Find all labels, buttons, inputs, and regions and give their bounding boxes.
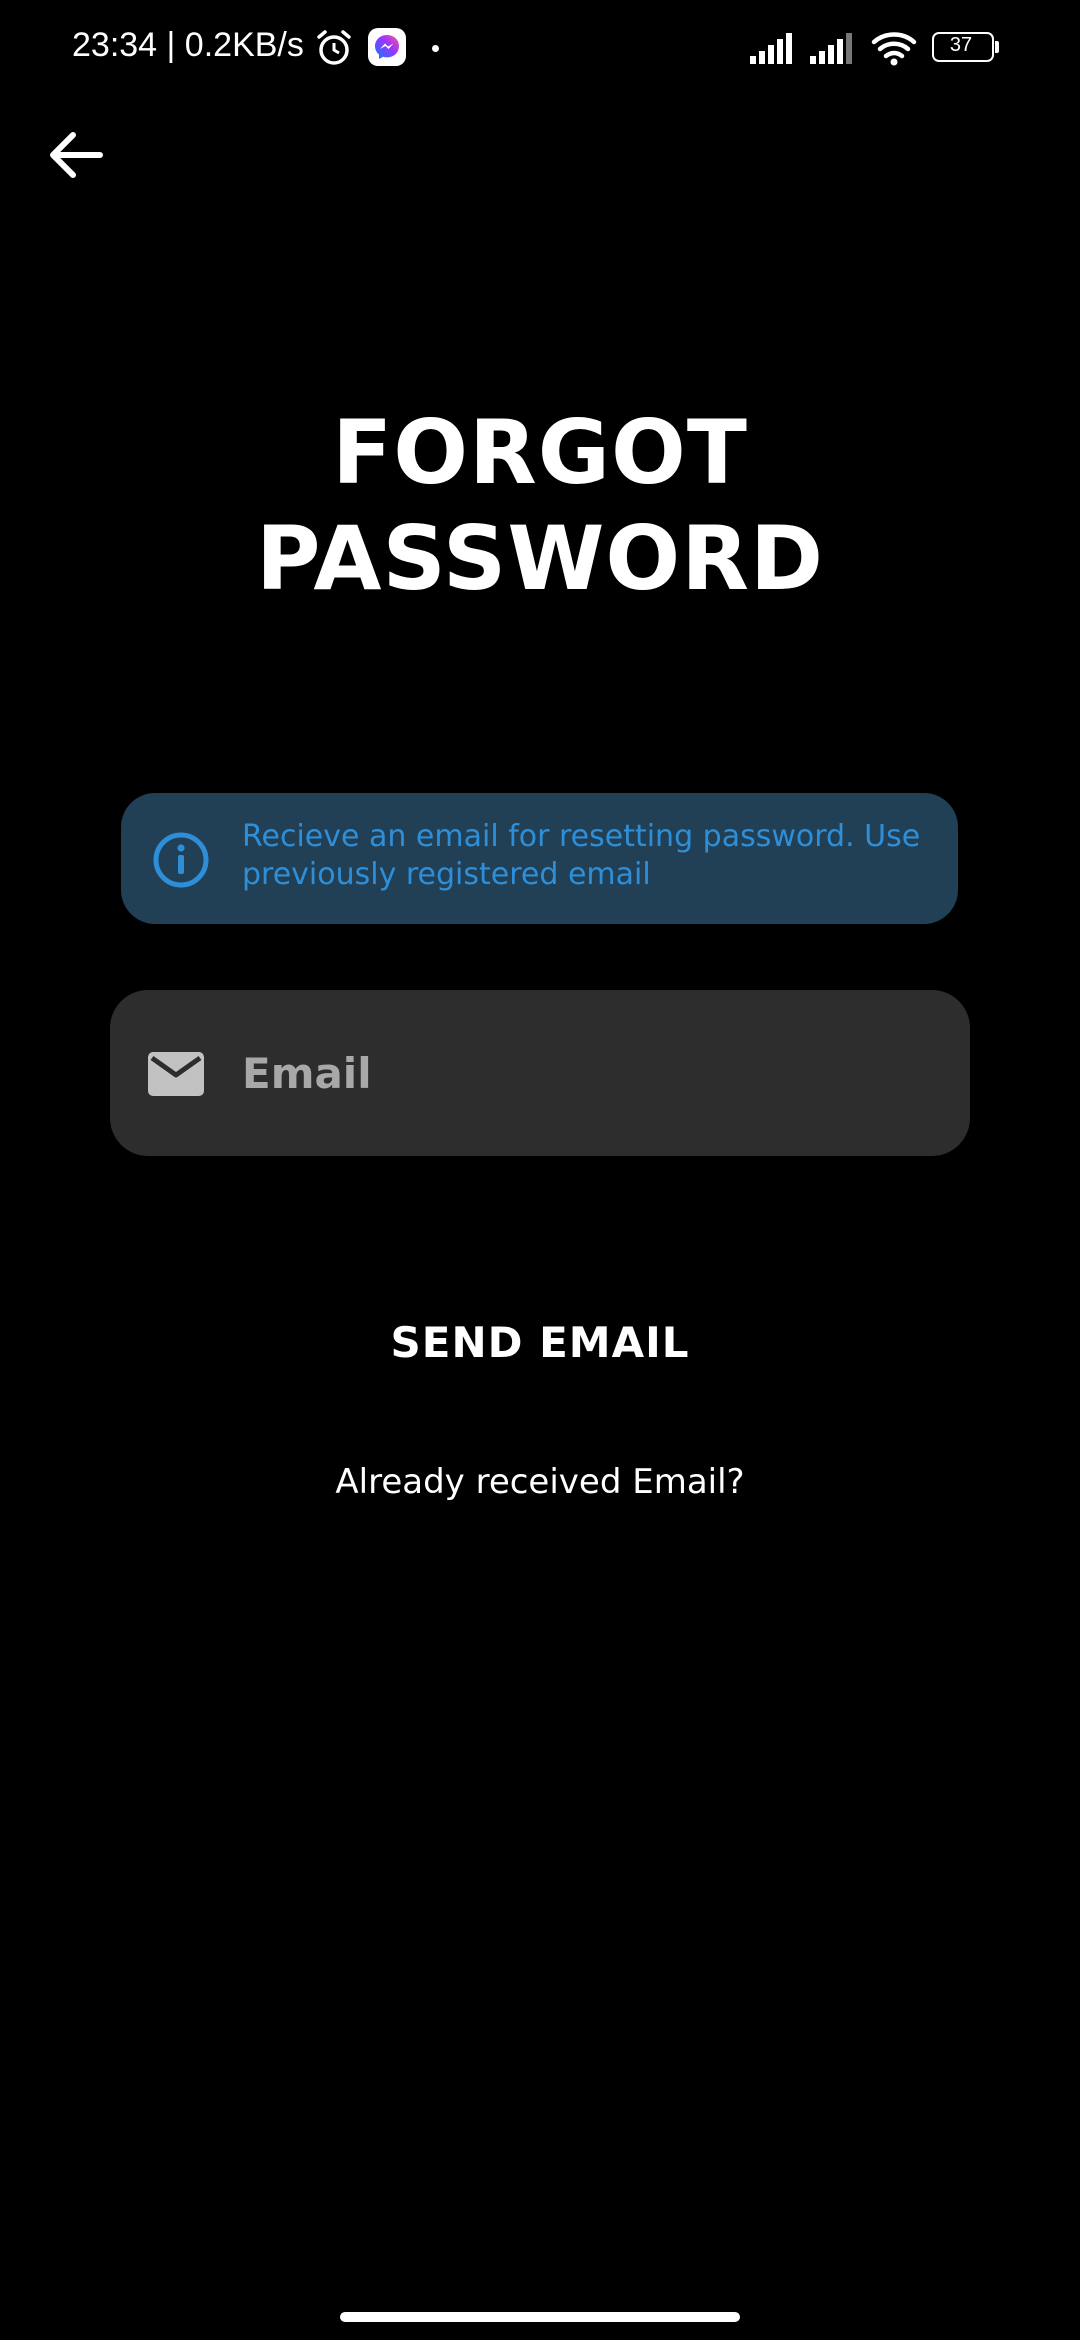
signal-icon bbox=[810, 33, 852, 64]
dot-icon bbox=[432, 45, 439, 52]
battery-icon: 37 bbox=[932, 32, 999, 62]
already-received-link[interactable]: Already received Email? bbox=[240, 1462, 840, 1502]
messenger-icon bbox=[368, 28, 406, 66]
signal-icon bbox=[750, 33, 792, 64]
send-email-button[interactable]: SEND EMAIL bbox=[340, 1310, 740, 1374]
home-indicator[interactable] bbox=[340, 2312, 740, 2322]
status-time: 23:34 | 0.2KB/s bbox=[72, 26, 304, 64]
page-title-line1: FORGOT bbox=[332, 401, 748, 504]
email-input[interactable] bbox=[242, 1040, 932, 1106]
mail-icon bbox=[148, 1052, 204, 1096]
arrow-left-icon bbox=[50, 132, 103, 178]
info-icon bbox=[153, 832, 209, 888]
status-bar: 23:34 | 0.2KB/s 37 bbox=[0, 0, 1080, 96]
page-title: FORGOT PASSWORD bbox=[0, 400, 1080, 612]
battery-level: 37 bbox=[949, 34, 973, 56]
page-title-line2: PASSWORD bbox=[255, 507, 824, 610]
back-button[interactable] bbox=[40, 118, 114, 192]
alarm-icon bbox=[317, 30, 351, 65]
wifi-icon bbox=[871, 32, 917, 66]
info-banner-text: Recieve an email for resetting password.… bbox=[242, 819, 921, 892]
